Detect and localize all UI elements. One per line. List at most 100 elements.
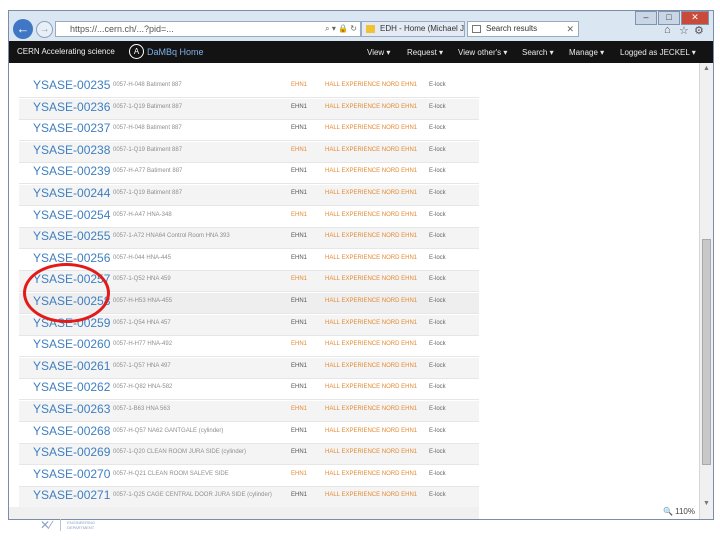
asset-hall: HALL EXPERIENCE NORD EHN1 [325,492,418,499]
results-content: YSASE-00235 0057-H-048 Batiment 887 EHN1 HA… [9,63,699,519]
home-icon[interactable]: ⌂ [664,24,671,36]
asset-id-link[interactable]: YSASE-00271 [33,488,110,502]
asset-location: 0057-H-Q82 HNA-582 [113,384,173,391]
asset-lock-type: E-lock [429,211,446,218]
star-icon[interactable]: ☆ [679,24,689,37]
asset-hall: HALL EXPERIENCE NORD EHN1 [325,103,418,110]
asset-hall: HALL EXPERIENCE NORD EHN1 [325,341,418,348]
tab-title: EDH - Home (Michael JECKEL) [380,24,465,33]
menu-manage[interactable]: Manage ▾ [569,48,604,57]
scroll-up-icon[interactable]: ▲ [702,65,711,72]
asset-lock-type: E-lock [429,470,446,477]
asset-lock-type: E-lock [429,384,446,391]
asset-id-link[interactable]: YSASE-00270 [33,467,110,481]
asset-id-link[interactable]: YSASE-00269 [33,445,110,459]
asset-id-link[interactable]: YSASE-00254 [33,208,110,222]
asset-zone: EHN1 [291,384,308,391]
app-logo[interactable]: A DaMBq Home [129,44,204,59]
asset-location: 0057-1-Q19 Batiment 887 [113,190,183,196]
refresh-icon[interactable]: ⌕ ▾ 🔒 ↻ [325,22,357,36]
asset-hall: HALL EXPERIENCE NORD EHN1 [325,211,418,218]
asset-zone: EHN1 [291,254,308,261]
table-row[interactable]: YSASE-00244 0057-1-Q19 Batiment 887 EHN1 HA… [19,185,479,206]
footer-org: ENGINEERING DEPARTMENT [67,520,96,530]
maximize-button[interactable]: □ [658,11,680,25]
asset-zone: EHN1 [291,341,308,348]
table-row[interactable]: YSASE-00236 0057-1-Q19 Batiment 887 EHN1 HA… [19,98,479,120]
footer-logo: ✕∕ ENGINEERING DEPARTMENT [40,518,96,532]
table-row[interactable]: YSASE-00263 0057-1-B63 HNA 563 EHN1 HALL EX… [19,401,479,422]
asset-id-link[interactable]: YSASE-00244 [33,186,110,200]
close-window-button[interactable]: ✕ [681,11,709,25]
menu-view-others[interactable]: View other's ▾ [458,48,507,57]
asset-zone: EHN1 [291,427,308,434]
tab-search-results[interactable]: Search results ✕ [467,21,579,37]
asset-id-link[interactable]: YSASE-00262 [33,380,110,394]
table-row[interactable]: YSASE-00271 0057-1-Q25 CAGE CENTRAL DOOR … [19,487,479,509]
asset-location: 0057-H-A47 HNA-348 [113,211,172,218]
asset-id-link[interactable]: YSASE-00238 [33,143,110,157]
asset-location: 0057-1-Q54 HNA 457 [113,319,171,326]
table-row[interactable]: YSASE-00255 0057-1-A72 HNA64 Control Room… [19,228,479,250]
asset-lock-type: E-lock [429,449,446,456]
cern-logo-icon: ✕∕ [40,518,53,532]
asset-hall: HALL EXPERIENCE NORD EHN1 [325,449,418,456]
scrollbar-thumb[interactable] [702,239,711,465]
minimize-button[interactable]: – [635,11,657,25]
table-row[interactable]: YSASE-00235 0057-H-048 Batiment 887 EHN1 HA… [19,77,479,98]
asset-id-link[interactable]: YSASE-00261 [33,359,110,373]
table-row[interactable]: YSASE-00262 0057-H-Q82 HNA-582 EHN1 HALL EX… [19,379,479,401]
cern-brand[interactable]: CERN Accelerating science [17,47,115,56]
asset-id-link[interactable]: YSASE-00236 [33,100,110,114]
forward-arrow-icon[interactable]: → [36,21,53,38]
vertical-scrollbar[interactable]: ▲ ▼ [699,63,713,519]
back-arrow-icon[interactable]: ← [13,19,33,39]
menu-request[interactable]: Request ▾ [407,48,443,57]
table-row[interactable]: YSASE-00261 0057-1-Q57 HNA 497 EHN1 HALL EX… [19,357,479,379]
red-highlight-ellipse [23,263,110,323]
table-row[interactable]: YSASE-00239 0057-H-A77 Batiment 887 EHN1 HA… [19,163,479,185]
asset-location: 0057-1-Q19 Batiment 887 [113,146,183,153]
table-row[interactable]: YSASE-00254 0057-H-A47 HNA-348 EHN1 HALL EX… [19,207,479,228]
asset-zone: EHN1 [291,146,308,153]
asset-zone: EHN1 [291,492,308,499]
close-tab-icon[interactable]: ✕ [566,22,574,36]
asset-lock-type: E-lock [429,276,446,283]
app-logo-icon: A [129,44,144,59]
menu-view[interactable]: View ▾ [367,48,390,57]
asset-id-link[interactable]: YSASE-00235 [33,78,110,92]
menu-logged-as[interactable]: Logged as JECKEL ▾ [620,48,696,57]
asset-id-link[interactable]: YSASE-00260 [33,337,110,351]
address-bar[interactable]: https://...cern.ch/...?pid=... ⌕ ▾ 🔒 ↻ [55,21,361,37]
asset-lock-type: E-lock [429,190,446,196]
table-row[interactable]: YSASE-00269 0057-1-Q20 CLEAN ROOM JURA SI… [19,444,479,466]
table-row[interactable]: YSASE-00270 0057-H-Q21 CLEAN ROOM SALEVE … [19,466,479,487]
zoom-level[interactable]: 🔍 110% [663,507,695,516]
asset-zone: EHN1 [291,103,308,110]
asset-lock-type: E-lock [429,341,446,348]
table-row[interactable]: YSASE-00237 0057-H-048 Batiment 887 EHN1 HA… [19,120,479,142]
scroll-down-icon[interactable]: ▼ [702,500,711,507]
asset-id-link[interactable]: YSASE-00255 [33,229,110,243]
asset-lock-type: E-lock [429,492,446,499]
table-row[interactable]: YSASE-00268 0057-H-Q57 NA62 GANTGALE (cyl… [19,423,479,444]
asset-location: 0057-1-Q52 HNA 459 [113,276,171,283]
gear-icon[interactable]: ⚙ [694,24,704,37]
browser-chrome: – □ ✕ ← → https://...cern.ch/...?pid=...… [9,11,713,41]
app-navbar: CERN Accelerating science A DaMBq Home V… [9,41,713,63]
asset-id-link[interactable]: YSASE-00268 [33,424,110,438]
asset-location: 0057-1-Q57 HNA 497 [113,362,171,369]
tab-edh-home[interactable]: EDH - Home (Michael JECKEL) [361,21,465,37]
asset-id-link[interactable]: YSASE-00239 [33,164,110,178]
asset-zone: EHN1 [291,190,308,196]
table-row[interactable]: YSASE-00260 0057-H-H77 HNA-492 EHN1 HALL EX… [19,336,479,358]
asset-hall: HALL EXPERIENCE NORD EHN1 [325,82,418,88]
asset-id-link[interactable]: YSASE-00237 [33,121,110,135]
asset-id-link[interactable]: YSASE-00263 [33,402,110,416]
table-row[interactable]: YSASE-00238 0057-1-Q19 Batiment 887 EHN1 HA… [19,141,479,163]
asset-lock-type: E-lock [429,254,446,261]
menu-search[interactable]: Search ▾ [522,48,554,57]
asset-zone: EHN1 [291,298,308,304]
asset-hall: HALL EXPERIENCE NORD EHN1 [325,470,418,477]
asset-hall: HALL EXPERIENCE NORD EHN1 [325,319,418,326]
